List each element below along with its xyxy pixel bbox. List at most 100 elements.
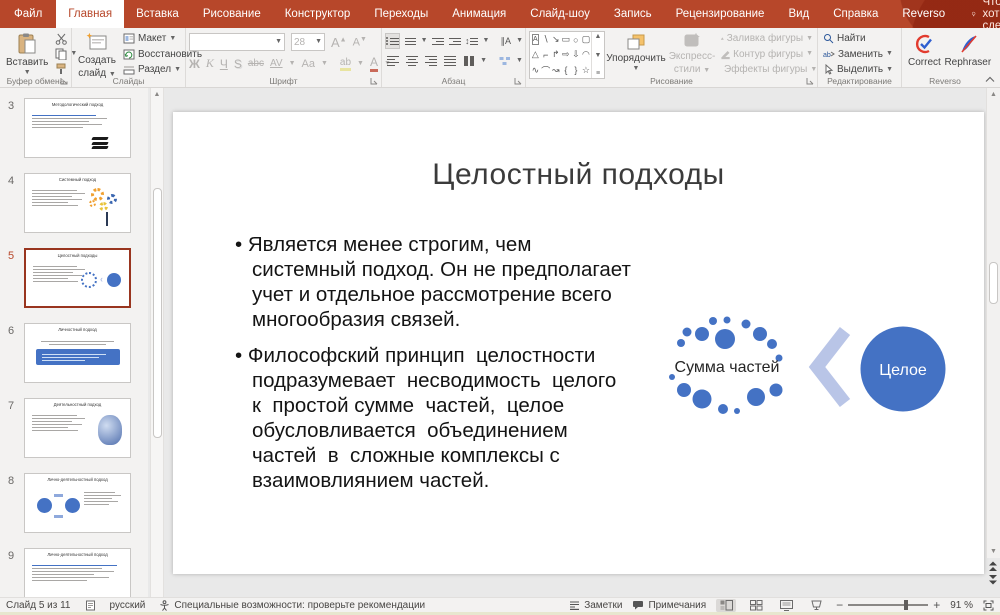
slide-number-indicator[interactable]: Слайд 5 из 11 — [6, 600, 71, 611]
quick-styles-button[interactable]: Экспресс- стили ▼ — [667, 31, 717, 77]
tab-главная[interactable]: Главная — [56, 0, 124, 28]
bullets-button[interactable] — [385, 33, 400, 49]
italic-button[interactable]: К — [206, 56, 214, 71]
arrange-button[interactable]: Упорядочить ▼ — [607, 31, 665, 74]
tab-конструктор[interactable]: Конструктор — [273, 0, 363, 28]
shape-rectangle-icon[interactable]: ▭ — [561, 32, 571, 47]
shape-arrow-icon[interactable]: ↘ — [551, 32, 561, 47]
whole-vs-parts-diagram[interactable]: Сумма частей Целое — [660, 304, 970, 439]
tab-запись[interactable]: Запись — [602, 0, 664, 28]
tab-вставка[interactable]: Вставка — [124, 0, 191, 28]
paragraph-dialog-launcher[interactable] — [514, 77, 522, 85]
underline-button[interactable]: Ч — [220, 57, 228, 71]
paste-button[interactable]: Вставить ▼ — [3, 31, 51, 78]
shape-elbow-icon[interactable]: ⌐ — [541, 47, 551, 62]
tab-анимация[interactable]: Анимация — [440, 0, 518, 28]
previous-slide-button[interactable] — [988, 560, 998, 572]
fit-slide-to-window-icon[interactable] — [983, 600, 994, 611]
slide-sorter-view-button[interactable] — [746, 599, 766, 612]
slideshow-view-button[interactable] — [806, 599, 826, 612]
align-right-button[interactable] — [423, 53, 438, 69]
scroll-down-icon[interactable]: ▼ — [987, 548, 1000, 555]
zoom-in-button[interactable]: + — [933, 598, 940, 612]
comments-toggle[interactable]: Примечания — [632, 600, 706, 611]
shapes-gallery[interactable]: A ∖ ↘ ▭ ○ ▢ △ ⌐ ↱ ⇨ ⇩ ◠ ∿ ⌒ ↝ { } ☆ ▲ — [529, 31, 605, 79]
font-size-combo[interactable]: 28▼ — [291, 33, 325, 51]
main-scrollbar-thumb[interactable] — [989, 262, 998, 304]
slide-thumbnail-9[interactable]: Лично-деятельностный подход — [24, 548, 131, 597]
increase-indent-button[interactable] — [448, 33, 461, 49]
change-case-button[interactable]: Aa — [302, 58, 315, 70]
font-color-button[interactable]: A — [370, 55, 378, 72]
shape-chord-icon[interactable]: ◠ — [581, 47, 591, 62]
zoom-slider[interactable]: − + — [836, 598, 940, 612]
shape-line-icon[interactable]: ∖ — [541, 32, 551, 47]
line-spacing-button[interactable]: ↕ — [465, 33, 479, 49]
shape-rounded-rect-icon[interactable]: ▢ — [581, 32, 591, 47]
grow-font-button[interactable]: A▲ — [331, 35, 347, 50]
shape-fill-button[interactable]: Заливка фигуры▼ — [719, 32, 815, 45]
shape-triangle-icon[interactable]: △ — [530, 47, 541, 62]
main-scrollbar[interactable]: ▲ ▼ — [986, 88, 1000, 558]
tell-me-box[interactable]: Что вы хотите сделать? — [971, 0, 1000, 28]
collapse-ribbon-icon[interactable] — [985, 76, 995, 83]
shrink-font-button[interactable]: A▼ — [353, 36, 367, 49]
character-spacing-button[interactable]: AV — [270, 58, 283, 69]
slide-thumbnail-4[interactable]: Системный подход — [24, 173, 131, 233]
tab-рисование[interactable]: Рисование — [191, 0, 273, 28]
slide-title[interactable]: Целостный подходы — [173, 158, 984, 192]
gallery-down-icon[interactable]: ▼ — [595, 52, 602, 59]
zoom-out-button[interactable]: − — [836, 598, 843, 612]
convert-smartart-button[interactable] — [497, 53, 512, 69]
align-left-button[interactable] — [385, 53, 400, 69]
zoom-track[interactable] — [848, 604, 928, 606]
numbering-button[interactable] — [404, 33, 417, 49]
slide-body-text[interactable]: • Является менее строгим, чем системный … — [235, 232, 680, 504]
shape-effects-button[interactable]: Эффекты фигуры▼ — [719, 63, 815, 76]
zoom-thumb[interactable] — [904, 600, 908, 610]
justify-button[interactable] — [442, 53, 457, 69]
language-indicator[interactable]: русский — [110, 600, 146, 611]
shape-outline-button[interactable]: Контур фигуры▼ — [719, 48, 815, 61]
tab-переходы[interactable]: Переходы — [362, 0, 440, 28]
slide-thumbnail-7[interactable]: Деятельностный подход — [24, 398, 131, 458]
font-name-combo[interactable]: ▼ — [189, 33, 285, 51]
shape-right-arrow-icon[interactable]: ⇨ — [561, 47, 571, 62]
text-shadow-button[interactable]: S — [234, 57, 242, 71]
shape-oval-icon[interactable]: ○ — [571, 32, 581, 47]
spell-check-button[interactable] — [85, 600, 96, 611]
reverso-rephraser-button[interactable]: Rephraser — [946, 31, 990, 70]
strikethrough-button[interactable]: abc — [248, 58, 264, 69]
clipboard-dialog-launcher[interactable] — [60, 77, 68, 85]
tab-вид[interactable]: Вид — [776, 0, 821, 28]
slide-thumbnail-6[interactable]: Личностный подход — [24, 323, 131, 383]
align-center-button[interactable] — [404, 53, 419, 69]
new-slide-button[interactable]: Создать слайд ▼ — [75, 31, 119, 81]
gallery-up-icon[interactable]: ▲ — [595, 33, 602, 40]
highlight-color-button[interactable]: ab — [340, 57, 351, 71]
slide-canvas[interactable]: Целостный подходы • Является менее строг… — [173, 112, 984, 574]
reading-view-button[interactable] — [776, 599, 796, 612]
shape-down-arrow-icon[interactable]: ⇩ — [571, 47, 581, 62]
thumbnail-scrollbar-thumb[interactable] — [153, 188, 162, 438]
text-direction-button[interactable]: ∥A — [499, 33, 512, 49]
thumb-scroll-up-icon[interactable]: ▲ — [151, 91, 163, 98]
decrease-indent-button[interactable] — [432, 33, 445, 49]
shape-textbox-icon[interactable]: A — [532, 34, 539, 45]
drawing-dialog-launcher[interactable] — [806, 77, 814, 85]
find-button[interactable]: Найти — [821, 32, 895, 45]
reverso-correct-button[interactable]: Correct — [905, 31, 944, 70]
slide-thumbnail-3[interactable]: Методологический подход — [24, 98, 131, 158]
notes-toggle[interactable]: Заметки — [569, 600, 622, 611]
tab-reverso[interactable]: Reverso — [890, 0, 957, 28]
zoom-level[interactable]: 91 % — [950, 600, 973, 611]
columns-button[interactable] — [461, 53, 476, 69]
normal-view-button[interactable] — [716, 599, 736, 612]
select-button[interactable]: Выделить▼ — [821, 63, 895, 76]
tab-справка[interactable]: Справка — [821, 0, 890, 28]
tab-рецензирование[interactable]: Рецензирование — [664, 0, 777, 28]
scroll-up-icon[interactable]: ▲ — [987, 91, 1000, 98]
tab-файл[interactable]: Файл — [0, 0, 56, 28]
slide-thumbnail-8[interactable]: Лично-деятельностный подход — [24, 473, 131, 533]
replace-button[interactable]: abЗаменить▼ — [821, 48, 895, 61]
